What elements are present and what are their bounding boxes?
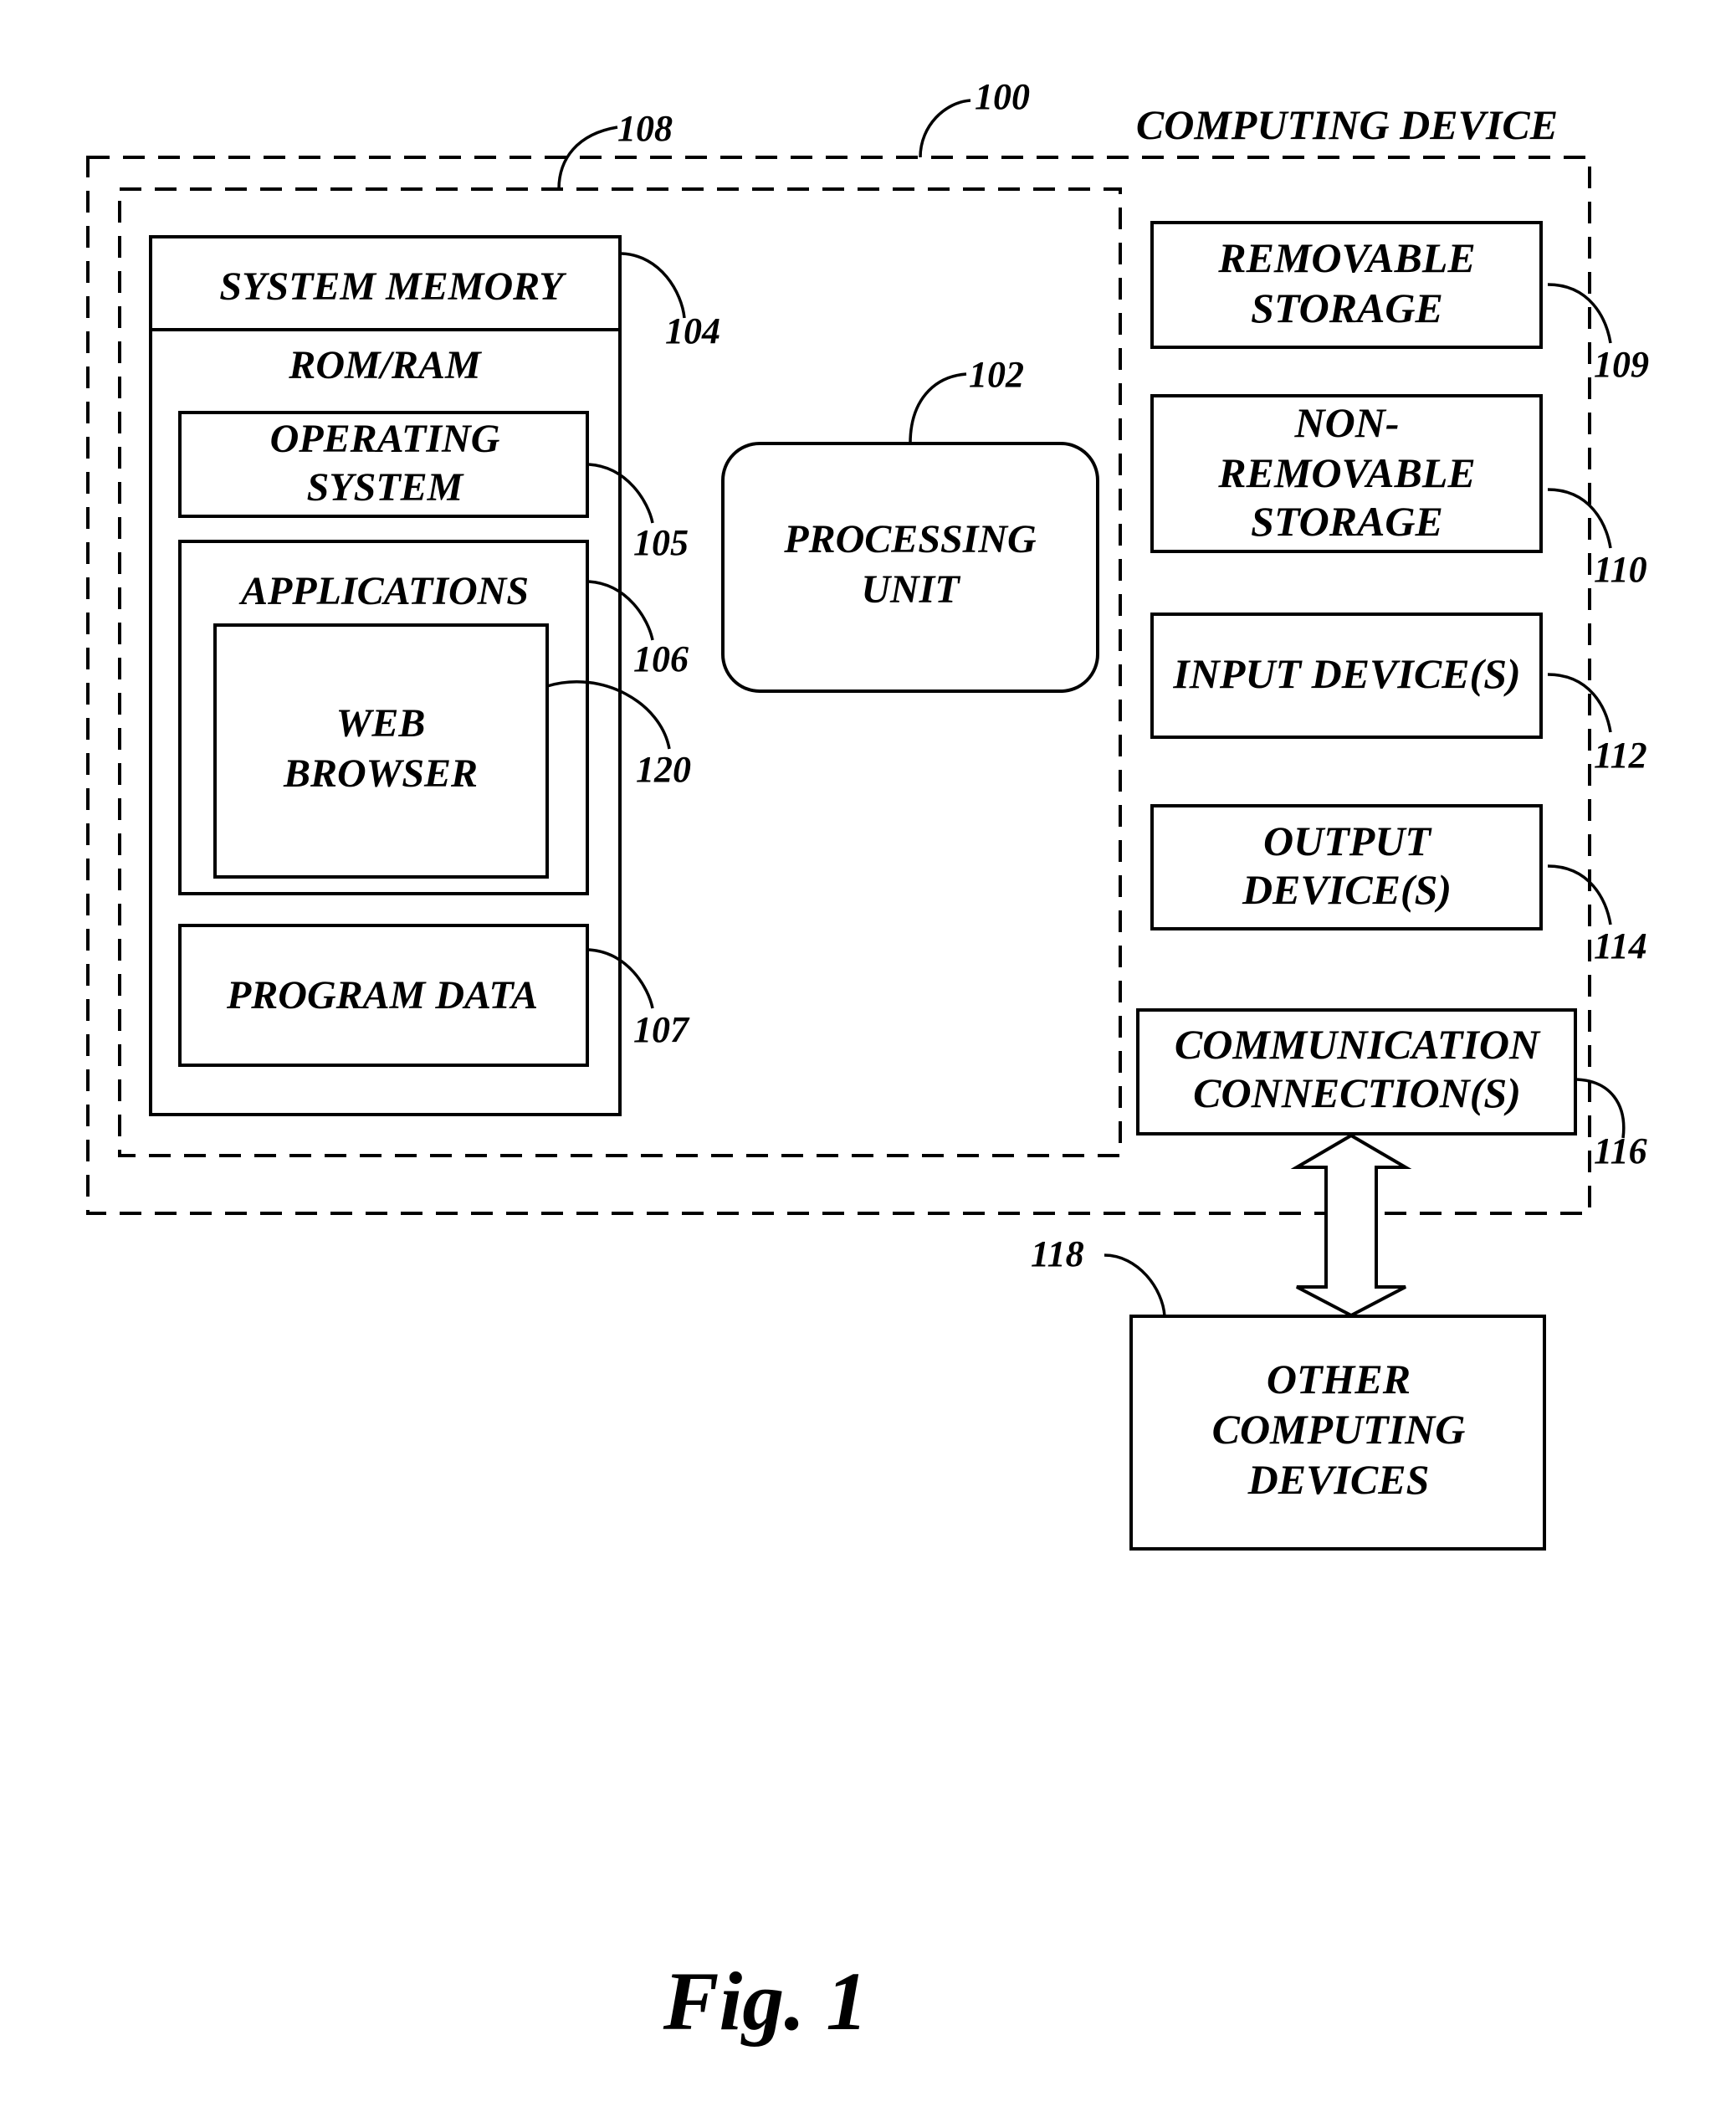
ref-100: 100	[975, 76, 1030, 117]
computing-device-diagram: COMPUTING DEVICE 100 108 SYSTEM MEMORY R…	[86, 76, 1649, 2048]
ref-109: 109	[1594, 344, 1649, 385]
input-devices-box: INPUT DEVICE(S)	[1150, 613, 1543, 739]
leader-104	[621, 252, 686, 319]
processing-unit-label-line1: PROCESSING	[783, 517, 1037, 561]
other-computing-devices-label-line1: OTHER	[1267, 1356, 1411, 1402]
rom-ram-label: ROM/RAM	[288, 343, 483, 387]
ref-107: 107	[633, 1009, 690, 1050]
ref-112: 112	[1594, 735, 1647, 776]
leader-110	[1547, 488, 1612, 549]
web-browser-box: WEB BROWSER	[213, 623, 549, 879]
leader-120	[546, 680, 671, 750]
ref-108: 108	[617, 108, 673, 149]
ref-118: 118	[1031, 1233, 1084, 1274]
ref-104: 104	[665, 310, 720, 351]
leader-102	[909, 372, 967, 444]
output-devices-label-line1: OUTPUT	[1263, 818, 1432, 864]
system-memory-label: SYSTEM MEMORY	[219, 264, 566, 309]
program-data-label: PROGRAM DATA	[226, 973, 538, 1018]
operating-system-label-line1: OPERATING	[270, 417, 500, 461]
ref-120: 120	[636, 749, 691, 790]
ref-116: 116	[1594, 1130, 1647, 1171]
ref-105: 105	[633, 522, 689, 563]
applications-label: APPLICATIONS	[238, 569, 529, 613]
bidirectional-arrow-icon	[1290, 1133, 1412, 1318]
operating-system-label-line2: SYSTEM	[307, 465, 465, 510]
program-data-box: PROGRAM DATA	[178, 924, 589, 1067]
figure-caption: Fig. 1	[663, 1955, 868, 2048]
leader-116	[1576, 1078, 1626, 1139]
non-removable-storage-label-line3: STORAGE	[1251, 498, 1443, 545]
communication-connections-label-line1: COMMUNICATION	[1175, 1021, 1541, 1068]
other-computing-devices-label-line2: COMPUTING	[1212, 1406, 1466, 1453]
leader-118	[1104, 1253, 1166, 1317]
removable-storage-box: REMOVABLE STORAGE	[1150, 221, 1543, 349]
computing-device-title: COMPUTING DEVICE	[1136, 101, 1558, 148]
non-removable-storage-label-line2: REMOVABLE	[1217, 449, 1476, 496]
web-browser-label-line1: WEB	[336, 701, 426, 746]
communication-connections-label-line2: CONNECTION(S)	[1193, 1069, 1521, 1116]
processing-unit-box: PROCESSING UNIT	[721, 442, 1099, 693]
ref-114: 114	[1594, 925, 1647, 966]
ref-110: 110	[1594, 549, 1647, 590]
removable-storage-label-line1: REMOVABLE	[1217, 234, 1476, 281]
operating-system-box: OPERATING SYSTEM	[178, 411, 589, 518]
non-removable-storage-box: NON- REMOVABLE STORAGE	[1150, 394, 1543, 553]
other-computing-devices-box: OTHER COMPUTING DEVICES	[1129, 1315, 1546, 1551]
other-computing-devices-label-line3: DEVICES	[1247, 1456, 1430, 1503]
output-devices-label-line2: DEVICE(S)	[1242, 866, 1452, 913]
leader-114	[1547, 864, 1612, 925]
leader-112	[1547, 673, 1612, 733]
input-devices-label: INPUT DEVICE(S)	[1172, 650, 1520, 697]
output-devices-box: OUTPUT DEVICE(S)	[1150, 804, 1543, 930]
processing-unit-label-line2: UNIT	[861, 567, 960, 612]
leader-109	[1547, 283, 1612, 344]
leader-100	[919, 99, 971, 158]
web-browser-label-line2: BROWSER	[283, 751, 478, 796]
removable-storage-label-line2: STORAGE	[1251, 285, 1443, 331]
ref-102: 102	[969, 354, 1024, 395]
non-removable-storage-label-line1: NON-	[1294, 399, 1400, 446]
ref-106: 106	[633, 638, 689, 679]
communication-connections-box: COMMUNICATION CONNECTION(S)	[1136, 1008, 1577, 1135]
